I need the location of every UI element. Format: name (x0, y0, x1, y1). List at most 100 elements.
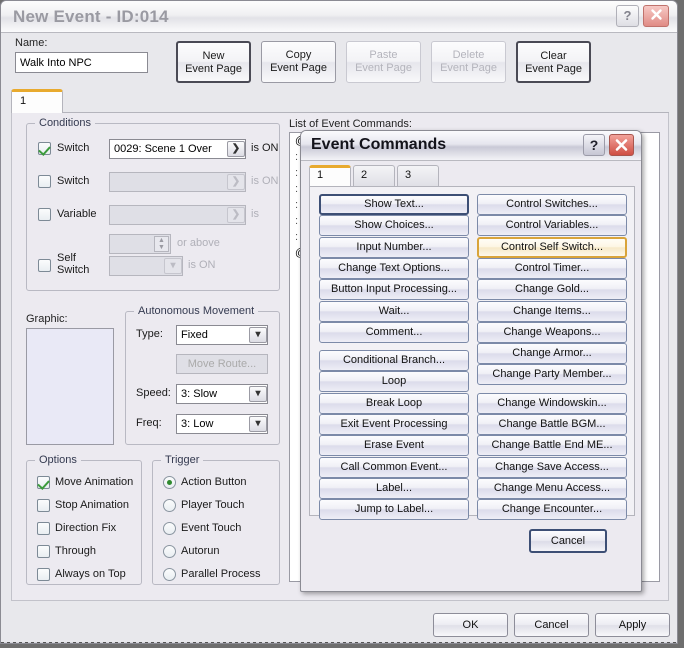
chevron-down-icon[interactable]: ▾ (249, 327, 267, 343)
event-commands-tab-1[interactable]: 1 (309, 165, 351, 186)
command-button-change-menu-access[interactable]: Change Menu Access... (477, 477, 627, 499)
new-event-page-button[interactable]: New Event Page (176, 41, 251, 83)
command-button-change-armor[interactable]: Change Armor... (477, 343, 627, 365)
trigger-action-button-label: Action Button (181, 476, 247, 488)
conditions-legend: Conditions (35, 117, 95, 129)
condition-switch1-field[interactable]: 0029: Scene 1 Over (109, 139, 246, 159)
condition-variable-checkbox[interactable] (38, 208, 51, 221)
condition-switch1-checkbox[interactable] (38, 142, 51, 155)
option-stop-animation-checkbox[interactable] (37, 499, 50, 512)
option-direction-fix-label: Direction Fix (55, 522, 117, 534)
command-button-change-save-access[interactable]: Change Save Access... (477, 456, 627, 478)
clear-event-page-button[interactable]: Clear Event Page (516, 41, 591, 83)
help-icon[interactable]: ? (583, 134, 605, 156)
command-button-comment[interactable]: Comment... (319, 321, 469, 343)
command-button-change-weapons[interactable]: Change Weapons... (477, 321, 627, 343)
trigger-action-button-radio[interactable] (163, 476, 176, 489)
window-titlebar: New Event - ID:014 ? (1, 1, 677, 33)
name-label: Name: (15, 37, 48, 49)
help-icon[interactable]: ? (616, 5, 639, 27)
btn-line2: Event Page (440, 62, 497, 74)
trigger-parallel-process-radio[interactable] (163, 568, 176, 581)
condition-selfswitch-suffix: is ON (188, 259, 216, 271)
trigger-autorun-radio[interactable] (163, 545, 176, 558)
command-button-change-gold[interactable]: Change Gold... (477, 279, 627, 301)
command-button-change-windowskin[interactable]: Change Windowskin... (477, 392, 627, 414)
command-button-jump-to-label[interactable]: Jump to Label... (319, 499, 469, 521)
option-stop-animation-label: Stop Animation (55, 499, 129, 511)
command-button-control-switches[interactable]: Control Switches... (477, 194, 627, 215)
window-bottom-edge (1, 642, 677, 643)
condition-switch2-checkbox[interactable] (38, 175, 51, 188)
condition-switch1-suffix: is ON (251, 142, 279, 154)
command-button-show-choices[interactable]: Show Choices... (319, 215, 469, 237)
event-commands-title: Event Commands (311, 136, 447, 153)
option-through-label: Through (55, 545, 96, 557)
command-button-change-encounter[interactable]: Change Encounter... (477, 499, 627, 521)
options-legend: Options (35, 454, 81, 466)
command-button-control-variables[interactable]: Control Variables... (477, 215, 627, 237)
event-commands-cancel-button[interactable]: Cancel (529, 529, 607, 553)
btn-line2: Event Page (270, 62, 327, 74)
command-button-show-text[interactable]: Show Text... (319, 194, 469, 215)
chevron-down-icon[interactable]: ▾ (249, 386, 267, 402)
copy-event-page-button[interactable]: Copy Event Page (261, 41, 336, 83)
command-button-break-loop[interactable]: Break Loop (319, 392, 469, 414)
event-commands-tab-2[interactable]: 2 (353, 165, 395, 186)
condition-variable-suffix: is (251, 208, 259, 220)
btn-line2: Event Page (525, 63, 582, 75)
trigger-player-touch-label: Player Touch (181, 499, 245, 511)
autonomous-movement-group: Autonomous Movement Type: Fixed ▾ Move R… (125, 305, 280, 445)
condition-variable-label: Variable (57, 208, 97, 220)
trigger-player-touch-radio[interactable] (163, 499, 176, 512)
command-button-loop[interactable]: Loop (319, 371, 469, 393)
command-button-exit-event-processing[interactable]: Exit Event Processing (319, 414, 469, 435)
command-button-change-party-member[interactable]: Change Party Member... (477, 364, 627, 386)
tab-page-1[interactable]: 1 (11, 89, 63, 113)
chevron-down-icon: ▾ (164, 258, 182, 274)
option-move-animation-checkbox[interactable] (37, 476, 50, 489)
command-button-control-self-switch[interactable]: Control Self Switch... (477, 236, 627, 258)
option-always-on-top-checkbox[interactable] (37, 568, 50, 581)
command-button-change-items[interactable]: Change Items... (477, 300, 627, 322)
command-button-input-number[interactable]: Input Number... (319, 236, 469, 258)
trigger-parallel-process-label: Parallel Process (181, 568, 261, 580)
command-button-control-timer[interactable]: Control Timer... (477, 257, 627, 279)
movement-type-label: Type: (136, 328, 163, 340)
chevron-down-icon[interactable]: ▾ (249, 416, 267, 432)
command-button-wait[interactable]: Wait... (319, 300, 469, 322)
command-button-button-input-processing[interactable]: Button Input Processing... (319, 279, 469, 301)
option-direction-fix-checkbox[interactable] (37, 522, 50, 535)
movement-freq-label: Freq: (136, 417, 162, 429)
btn-line1: Paste (369, 49, 398, 61)
command-button-change-battle-bgm[interactable]: Change Battle BGM... (477, 414, 627, 435)
event-name-input[interactable] (15, 52, 148, 73)
apply-button[interactable]: Apply (595, 613, 670, 637)
ok-button[interactable]: OK (433, 613, 508, 637)
command-button-conditional-branch[interactable]: Conditional Branch... (319, 350, 469, 372)
command-button-change-text-options[interactable]: Change Text Options... (319, 257, 469, 279)
condition-variable-or-above-label: or above (177, 237, 220, 249)
conditions-group: Conditions Switch 0029: Scene 1 Over ❯ i… (26, 117, 280, 291)
cancel-button[interactable]: Cancel (514, 613, 589, 637)
event-commands-tab-3[interactable]: 3 (397, 165, 439, 186)
condition-switch1-label: Switch (57, 142, 90, 154)
trigger-legend: Trigger (161, 454, 204, 466)
command-button-erase-event[interactable]: Erase Event (319, 435, 469, 457)
condition-variable-browse-icon: ❯ (227, 207, 245, 223)
condition-switch1-browse-icon[interactable]: ❯ (227, 141, 245, 157)
option-move-animation-label: Move Animation (55, 476, 134, 488)
condition-selfswitch-checkbox[interactable] (38, 259, 51, 272)
condition-switch2-browse-icon: ❯ (227, 174, 245, 190)
condition-switch2-label: Switch (57, 175, 90, 187)
event-commands-tabstrip: 1 2 3 (309, 165, 635, 187)
command-button-call-common-event[interactable]: Call Common Event... (319, 456, 469, 478)
close-icon[interactable] (609, 134, 634, 156)
command-button-change-battle-end-me[interactable]: Change Battle End ME... (477, 435, 627, 457)
command-button-label[interactable]: Label... (319, 477, 469, 499)
trigger-event-touch-radio[interactable] (163, 522, 176, 535)
close-icon[interactable] (643, 5, 669, 27)
option-through-checkbox[interactable] (37, 545, 50, 558)
graphic-preview[interactable] (26, 328, 114, 445)
dialog-bottom-bar: OK Cancel Apply (1, 605, 677, 643)
